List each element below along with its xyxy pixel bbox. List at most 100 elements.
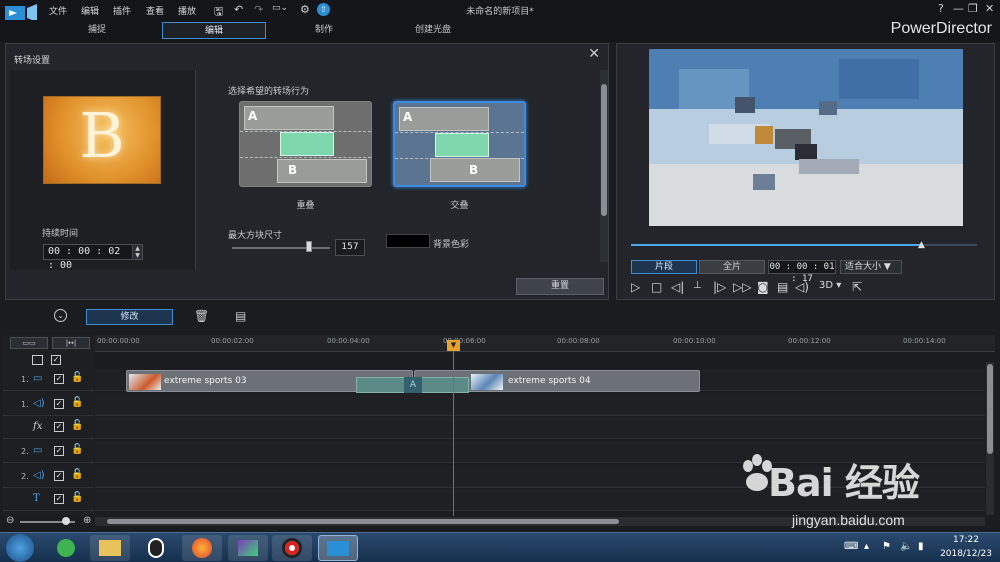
max-block-label: 最大方块尺寸 [228, 231, 283, 241]
track-enable-checkbox[interactable]: ✓ [54, 399, 64, 409]
undo-icon[interactable]: ↶ [234, 3, 243, 16]
network-warning-icon[interactable]: ⚑ [882, 541, 891, 552]
all-tracks-checkbox[interactable]: ✓ [51, 355, 61, 365]
track-header-audio-2: 2. ◁) ✓ 🔓 [3, 466, 94, 488]
clock-date[interactable]: 2018/12/23 [936, 549, 996, 559]
max-block-value[interactable]: 157 [335, 239, 365, 256]
transition-thumbnail: B [43, 96, 161, 184]
lock-icon[interactable]: 🔓 [71, 397, 83, 408]
lock-icon[interactable]: 🔓 [71, 420, 83, 431]
3d-label: 3D [819, 280, 834, 291]
start-button[interactable] [6, 534, 34, 562]
reset-button[interactable]: 重置 [516, 278, 604, 295]
keyboard-icon[interactable]: ⌨ [844, 541, 858, 552]
lock-icon[interactable]: 🔓 [71, 372, 83, 383]
track-manager-icon[interactable]: ▭▭ [10, 337, 48, 349]
taskbar-app-powerdirector-icon[interactable] [318, 535, 358, 561]
preview-timecode[interactable]: 00 : 00 : 01 : 17 [768, 260, 836, 284]
transition-marker: A [404, 377, 422, 393]
zoom-slider-thumb[interactable] [62, 517, 70, 525]
full-movie-button[interactable]: 全片 [699, 260, 765, 274]
3d-mode-icon[interactable]: 3D ▾ [819, 280, 841, 291]
duration-spinner[interactable]: ▲ ▼ [132, 244, 143, 260]
tab-produce[interactable]: 制作 [272, 22, 376, 39]
bg-color-swatch[interactable] [386, 234, 430, 248]
lock-icon[interactable]: 🔓 [71, 444, 83, 455]
timeline-vertical-thumb[interactable] [987, 364, 993, 454]
bg-color-label: 背景色彩 [433, 240, 470, 250]
monitor-icon[interactable] [32, 355, 43, 365]
stop-icon[interactable]: □ [651, 280, 662, 294]
edit-list-icon[interactable]: ▤ [235, 309, 246, 323]
panel-close-icon[interactable]: ✕ [588, 46, 600, 62]
lock-icon[interactable]: 🔓 [71, 492, 83, 503]
taskbar-app-firefox-icon[interactable] [182, 535, 222, 561]
previous-frame-icon[interactable]: ◁| [671, 280, 684, 294]
menu-file[interactable]: 文件 [49, 4, 67, 17]
panel-title: 转场设置 [14, 56, 51, 66]
fit-timeline-icon[interactable]: |↔| [52, 337, 90, 349]
next-frame-icon[interactable]: |▷ [713, 280, 726, 294]
track-enable-checkbox[interactable]: ✓ [54, 422, 64, 432]
volume-icon[interactable]: ◁) [795, 280, 809, 294]
menu-plugins[interactable]: 插件 [113, 4, 131, 17]
taskbar-app-explorer-icon[interactable] [90, 535, 130, 561]
scrub-progress [631, 244, 922, 246]
slider-thumb[interactable] [306, 241, 312, 252]
help-button[interactable]: ? [938, 2, 944, 15]
mark-icon[interactable]: ⊥ [693, 280, 702, 291]
track-enable-checkbox[interactable]: ✓ [54, 374, 64, 384]
segment-mode-button[interactable]: 片段 [631, 260, 697, 274]
track-row-audio-1[interactable] [95, 394, 985, 416]
volume-tray-icon[interactable]: 🔈 [900, 541, 912, 552]
upload-icon[interactable]: ⇧ [317, 3, 330, 16]
tab-edit[interactable]: 编辑 [162, 22, 266, 39]
chevron-down-icon[interactable]: ⌄ [54, 309, 67, 322]
lock-icon[interactable]: 🔓 [71, 469, 83, 480]
divider [240, 157, 371, 158]
track-enable-checkbox[interactable]: ✓ [54, 446, 64, 456]
menu-playback[interactable]: 播放 [178, 4, 196, 17]
tab-capture[interactable]: 捕捉 [45, 22, 149, 39]
windows-taskbar: ⌨ ▴ ⚑ 🔈 ▮ [0, 532, 1000, 562]
scrub-thumb[interactable]: ▲ [918, 240, 925, 250]
play-icon[interactable]: ▷ [631, 280, 640, 294]
track-enable-checkbox[interactable]: ✓ [54, 494, 64, 504]
zoom-out-icon[interactable]: ⊖ [6, 515, 14, 526]
menu-edit[interactable]: 编辑 [81, 4, 99, 17]
duration-field[interactable]: 00 : 00 : 02 : 00 [43, 244, 133, 271]
zoom-in-icon[interactable]: ⊕ [83, 515, 91, 526]
clock-time[interactable]: 17:22 [940, 535, 992, 545]
taskbar-app-editor-icon[interactable] [228, 535, 268, 561]
panel-scroll-thumb[interactable] [601, 84, 607, 216]
network-icon[interactable]: ▮ [918, 541, 924, 552]
menu-view[interactable]: 查看 [146, 4, 164, 17]
trash-icon[interactable]: 🗑 [194, 309, 209, 323]
tray-expand-icon[interactable]: ▴ [864, 541, 869, 552]
tab-create-disc[interactable]: 创建光盘 [381, 22, 485, 39]
taskbar-app-browser-icon[interactable] [46, 535, 86, 561]
minimize-button[interactable]: — [953, 2, 964, 15]
playhead-line [453, 340, 454, 516]
max-block-slider[interactable] [232, 247, 330, 249]
playhead-handle[interactable]: ▼ [447, 340, 460, 351]
aspect-ratio-icon[interactable]: ▭⌄ [272, 3, 288, 13]
settings-gear-icon[interactable]: ⚙ [300, 3, 310, 16]
timeline-ruler[interactable]: 00:00:00:00 00:00:02:00 00:00:04:00 00:0… [95, 335, 995, 352]
restore-button[interactable]: ❐ [968, 2, 978, 15]
redo-icon[interactable]: ↷ [254, 3, 263, 16]
option-cross[interactable]: A B [393, 101, 526, 187]
taskbar-app-recorder-icon[interactable] [272, 535, 312, 561]
subtitle-icon[interactable]: ▤ [777, 280, 788, 294]
track-enable-checkbox[interactable]: ✓ [54, 471, 64, 481]
snapshot-icon[interactable]: ◙ [757, 280, 769, 294]
close-button[interactable]: ✕ [985, 2, 994, 15]
modify-button[interactable]: 修改 [86, 309, 173, 325]
fast-forward-icon[interactable]: ▷▷ [733, 280, 751, 294]
track-row-fx[interactable] [95, 417, 985, 439]
fit-size-dropdown[interactable]: 适合大小 ▼ [840, 260, 902, 274]
option-overlap[interactable]: A B [239, 101, 372, 187]
timeline-horizontal-thumb[interactable] [107, 519, 619, 524]
taskbar-app-qq-icon[interactable] [136, 535, 176, 561]
undock-icon[interactable]: ⇱ [852, 280, 862, 294]
